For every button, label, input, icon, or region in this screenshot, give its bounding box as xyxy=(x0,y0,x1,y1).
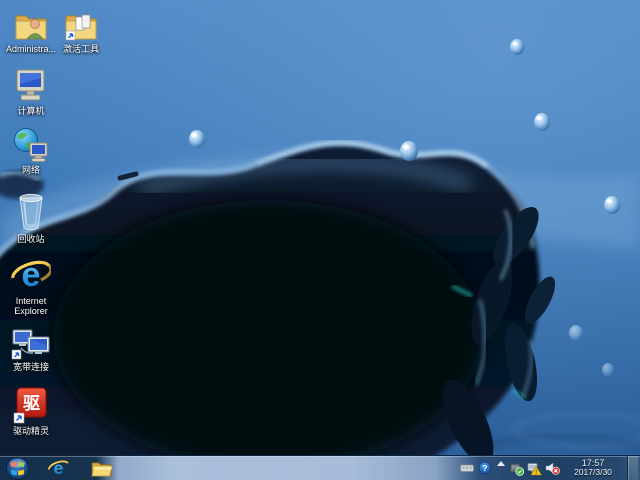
water-splash-wallpaper xyxy=(0,0,640,480)
desktop-icon-label: 激活工具 xyxy=(62,44,99,54)
taskbar-explorer-button[interactable] xyxy=(86,456,116,480)
desktop-icon-recycle-bin[interactable]: 回收站 xyxy=(2,193,60,244)
desktop-icon-label: 宽带连接 xyxy=(12,362,49,372)
desktop-icon-activation-tools[interactable]: 激活工具 xyxy=(52,8,110,54)
show-hidden-icons-button[interactable] xyxy=(495,456,506,480)
taskbar: e ? ! 17:57 2017/3/30 xyxy=(0,455,640,480)
taskbar-internet-explorer-button[interactable]: e xyxy=(43,456,73,480)
desktop-icon-label: 网络 xyxy=(21,165,40,175)
desktop-icon-label: 回收站 xyxy=(17,234,45,244)
tray-clock[interactable]: 17:57 2017/3/30 xyxy=(566,458,620,478)
svg-text:驱: 驱 xyxy=(23,394,40,413)
network-warning-icon[interactable]: ! xyxy=(527,456,542,480)
computer-icon xyxy=(14,66,48,104)
volume-muted-icon[interactable] xyxy=(545,456,560,480)
desktop-icon-label: Internet Explorer xyxy=(14,296,48,317)
driver-genius-icon: 驱 xyxy=(13,386,49,424)
network-globe-icon xyxy=(13,125,49,163)
show-desktop-button[interactable] xyxy=(627,455,638,480)
user-folder-icon xyxy=(14,8,48,42)
tools-folder-icon xyxy=(64,8,98,42)
desktop-icon-label: 驱动精灵 xyxy=(12,426,49,436)
desktop-icon-label: 计算机 xyxy=(17,106,45,116)
recycle-bin-icon xyxy=(16,193,46,232)
broadband-connection-icon xyxy=(11,326,51,360)
input-method-icon[interactable] xyxy=(459,456,474,480)
safely-remove-hardware-icon[interactable] xyxy=(509,456,524,480)
svg-text:?: ? xyxy=(482,463,487,473)
desktop-icon-computer[interactable]: 计算机 xyxy=(2,66,60,116)
desktop-icon-network[interactable]: 网络 xyxy=(2,125,60,175)
desktop-icon-broadband[interactable]: 宽带连接 xyxy=(2,326,60,372)
desktop-icon-internet-explorer[interactable]: e Internet Explorer xyxy=(2,256,60,317)
svg-text:!: ! xyxy=(535,469,537,476)
start-button[interactable] xyxy=(5,456,30,480)
internet-explorer-icon: e xyxy=(11,256,51,294)
clock-date: 2017/3/30 xyxy=(574,467,612,478)
help-icon[interactable]: ? xyxy=(477,456,492,480)
system-tray: ? ! 17:57 2017/3/30 xyxy=(459,455,640,480)
windows-desktop: Administra... 激活工具 计算机 网络 回收站 e Internet… xyxy=(0,0,640,480)
desktop-icon-driver-genius[interactable]: 驱 驱动精灵 xyxy=(2,386,60,436)
